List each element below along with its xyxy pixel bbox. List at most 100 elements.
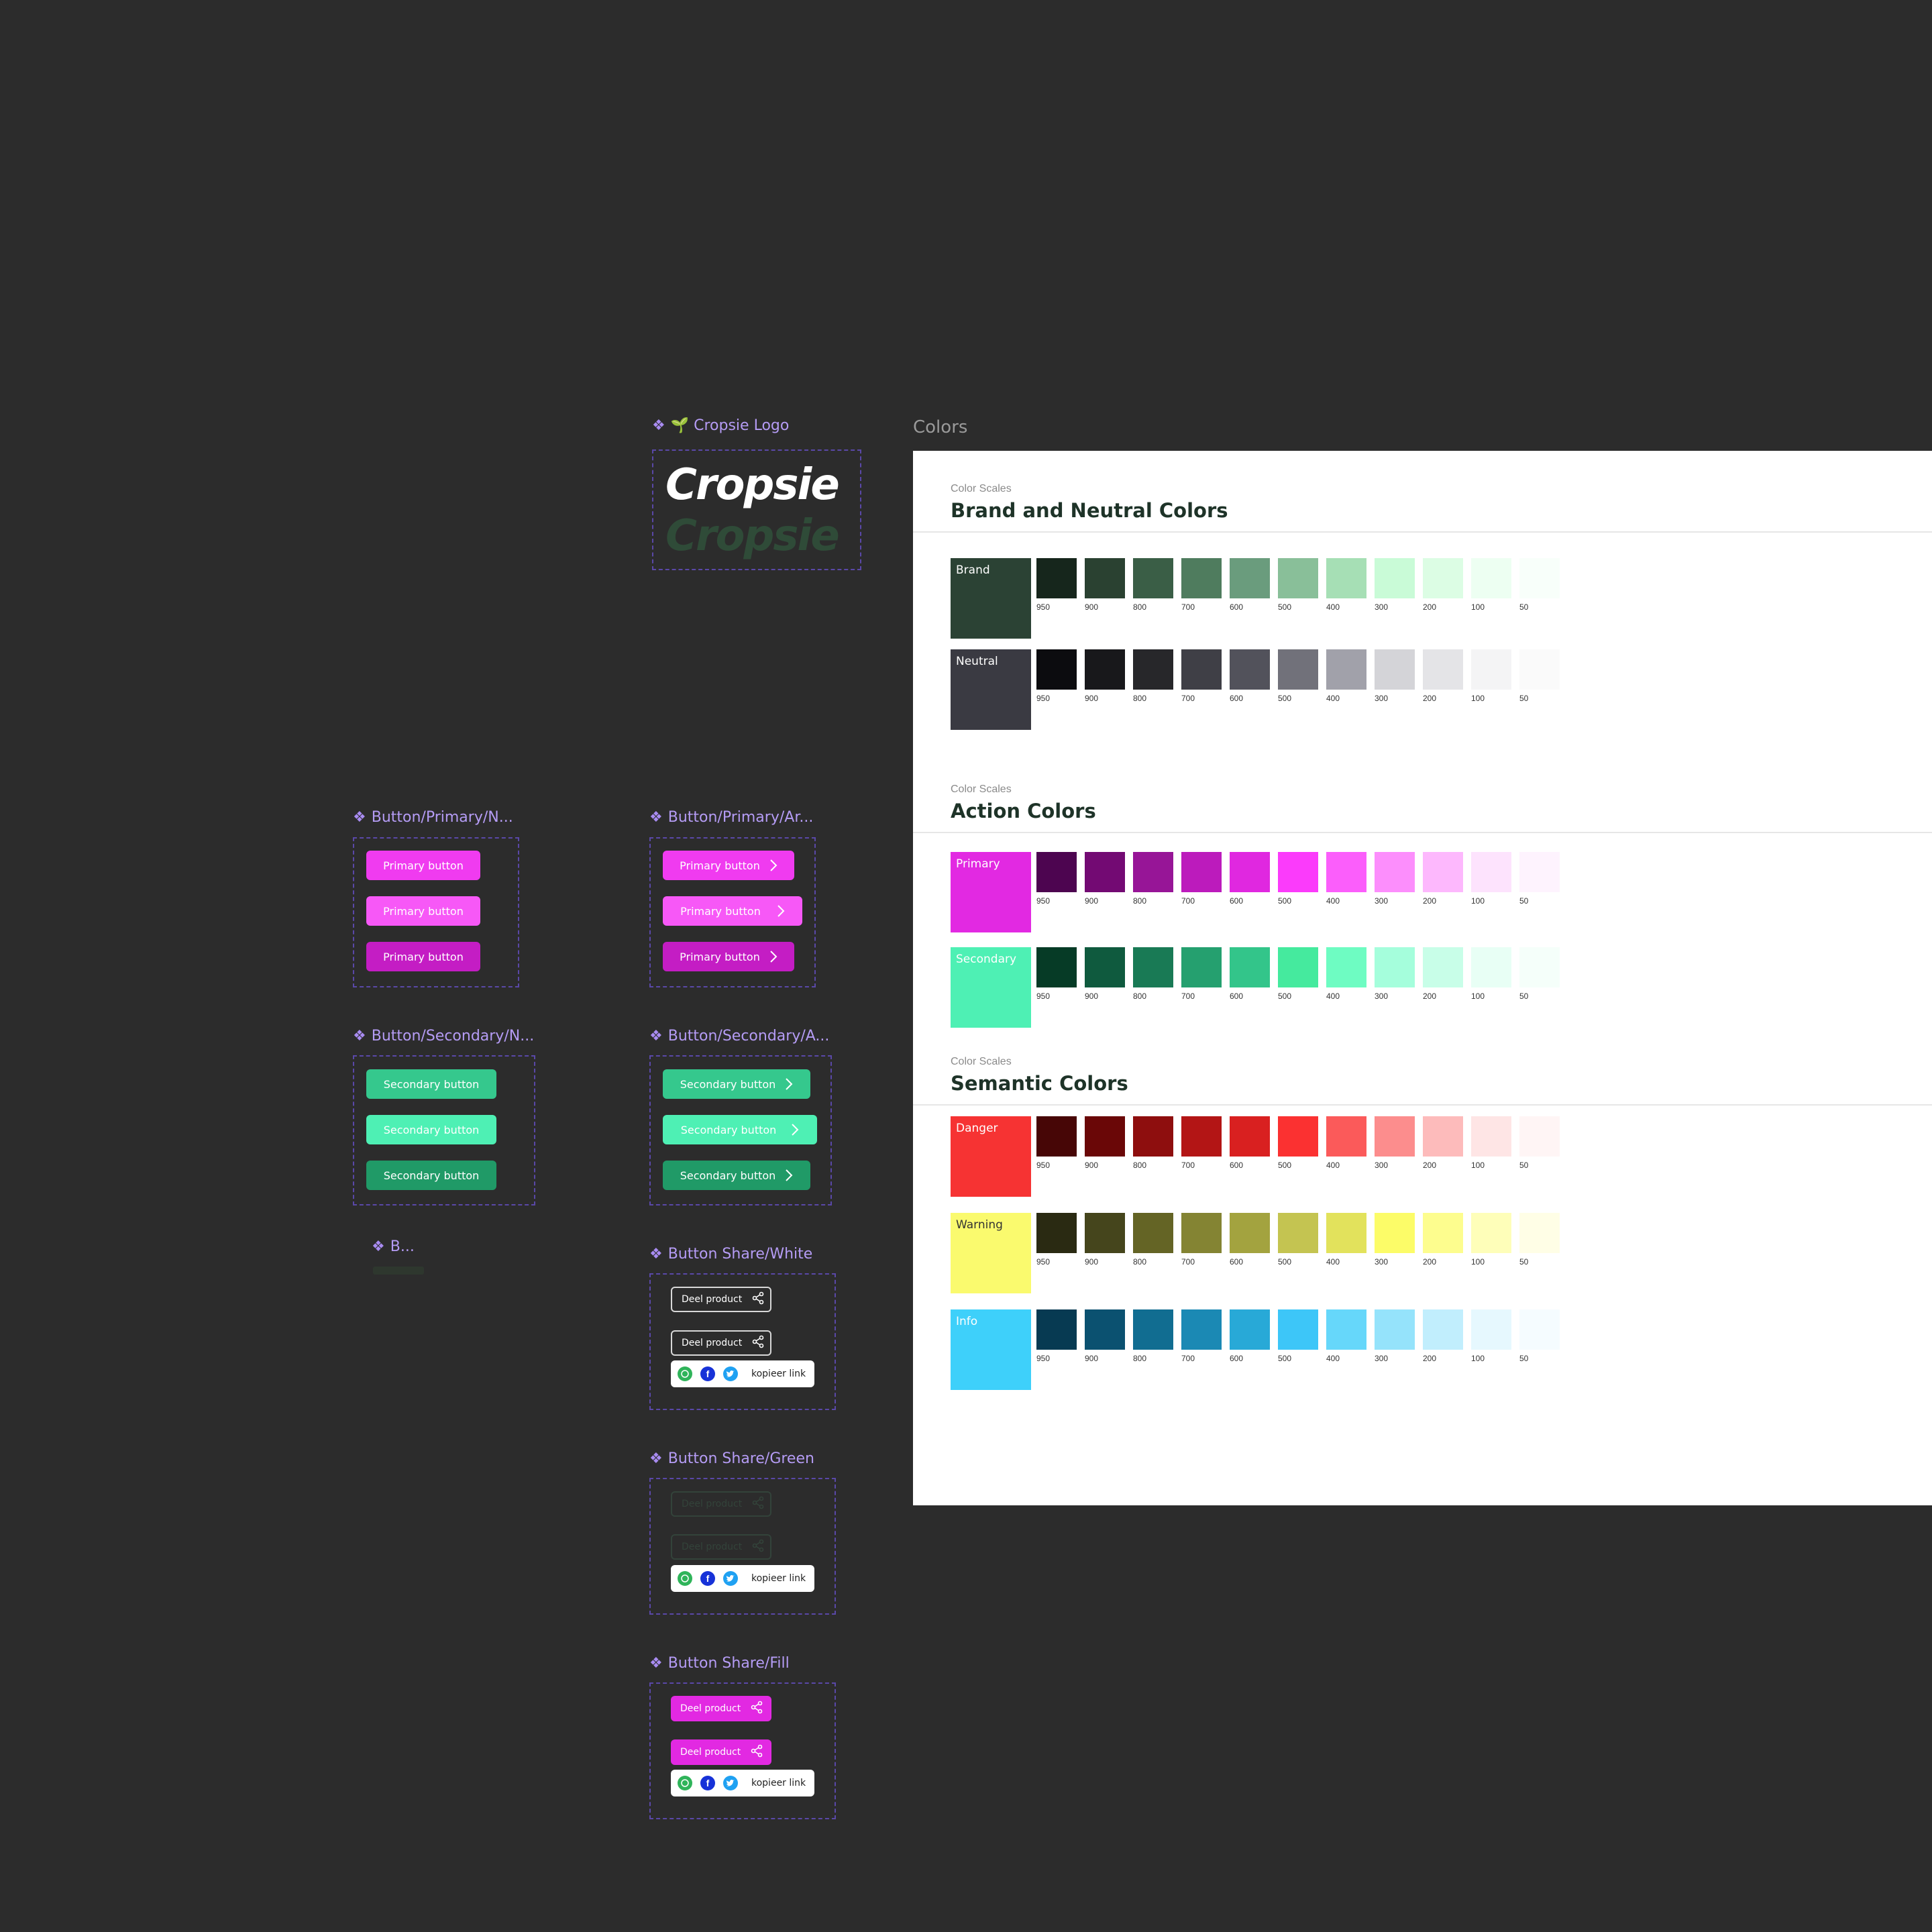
color-swatch[interactable] [1326, 1116, 1366, 1157]
color-swatch[interactable] [1471, 649, 1511, 690]
whatsapp-icon[interactable] [678, 1571, 692, 1586]
color-swatch[interactable] [1181, 1213, 1222, 1253]
color-swatch[interactable] [1278, 1116, 1318, 1157]
color-swatch[interactable] [1085, 1213, 1125, 1253]
color-swatch[interactable] [1133, 1309, 1173, 1350]
share-button-green[interactable]: Deel product [671, 1491, 771, 1517]
color-swatch[interactable] [1230, 1116, 1270, 1157]
color-swatch[interactable] [1230, 558, 1270, 598]
primary-arrow-button-active[interactable]: Primary button [663, 942, 794, 971]
color-swatch[interactable] [1133, 852, 1173, 892]
color-swatch[interactable] [1423, 558, 1463, 598]
color-swatch[interactable] [1278, 1309, 1318, 1350]
twitter-icon[interactable] [723, 1366, 738, 1381]
color-swatch[interactable] [1036, 852, 1077, 892]
color-swatch[interactable] [1471, 558, 1511, 598]
color-swatch[interactable] [1326, 852, 1366, 892]
color-swatch[interactable] [1375, 649, 1415, 690]
color-swatch[interactable] [1278, 852, 1318, 892]
color-swatch[interactable] [1085, 649, 1125, 690]
color-swatch[interactable] [1278, 947, 1318, 987]
color-swatch[interactable] [1036, 1213, 1077, 1253]
color-main-swatch[interactable]: Primary [951, 852, 1031, 932]
colors-frame[interactable]: Color Scales Brand and Neutral Colors Bran… [913, 451, 1932, 1505]
color-swatch[interactable] [1326, 1309, 1366, 1350]
color-swatch[interactable] [1423, 1309, 1463, 1350]
secondary-arrow-button-hover[interactable]: Secondary button [663, 1115, 817, 1144]
color-swatch[interactable] [1230, 1213, 1270, 1253]
color-swatch[interactable] [1181, 947, 1222, 987]
secondary-button-active[interactable]: Secondary button [366, 1161, 496, 1190]
color-main-swatch[interactable]: Secondary [951, 947, 1031, 1028]
color-swatch[interactable] [1230, 1309, 1270, 1350]
copy-link-label[interactable]: kopieer link [751, 1778, 806, 1788]
color-swatch[interactable] [1085, 1116, 1125, 1157]
share-fill-title[interactable]: ❖ Button Share/Fill [649, 1655, 790, 1672]
color-swatch[interactable] [1230, 649, 1270, 690]
colors-frame-label[interactable]: Colors [913, 417, 967, 437]
color-swatch[interactable] [1375, 1116, 1415, 1157]
color-swatch[interactable] [1085, 852, 1125, 892]
collapsed-component-title[interactable]: ❖ B... [372, 1238, 415, 1255]
share-button-white-hover[interactable]: Deel product [671, 1330, 771, 1356]
color-swatch[interactable] [1181, 1309, 1222, 1350]
color-swatch[interactable] [1085, 1309, 1125, 1350]
whatsapp-icon[interactable] [678, 1366, 692, 1381]
share-white-title[interactable]: ❖ Button Share/White [649, 1246, 812, 1263]
color-swatch[interactable] [1423, 852, 1463, 892]
color-main-swatch[interactable]: Info [951, 1309, 1031, 1390]
share-button-fill[interactable]: Deel product [671, 1696, 771, 1721]
color-swatch[interactable] [1375, 947, 1415, 987]
color-swatch[interactable] [1326, 1213, 1366, 1253]
color-swatch[interactable] [1471, 852, 1511, 892]
secondary-arrow-button-default[interactable]: Secondary button [663, 1069, 810, 1099]
color-swatch[interactable] [1423, 1213, 1463, 1253]
color-swatch[interactable] [1230, 947, 1270, 987]
primary-button-active[interactable]: Primary button [366, 942, 480, 971]
color-swatch[interactable] [1519, 649, 1560, 690]
color-swatch[interactable] [1278, 649, 1318, 690]
color-swatch[interactable] [1181, 852, 1222, 892]
logo-component-title[interactable]: ❖ 🌱 Cropsie Logo [652, 417, 789, 434]
color-swatch[interactable] [1036, 1116, 1077, 1157]
twitter-icon[interactable] [723, 1776, 738, 1790]
share-button-white[interactable]: Deel product [671, 1287, 771, 1312]
color-swatch[interactable] [1278, 558, 1318, 598]
color-swatch[interactable] [1326, 558, 1366, 598]
primary-arrow-button-hover[interactable]: Primary button [663, 896, 802, 926]
color-swatch[interactable] [1036, 558, 1077, 598]
color-swatch[interactable] [1471, 1116, 1511, 1157]
color-main-swatch[interactable]: Brand [951, 558, 1031, 639]
secondary-button-default[interactable]: Secondary button [366, 1069, 496, 1099]
whatsapp-icon[interactable] [678, 1776, 692, 1790]
color-swatch[interactable] [1230, 852, 1270, 892]
color-main-swatch[interactable]: Warning [951, 1213, 1031, 1293]
logo-frame[interactable]: Cropsie Cropsie [652, 449, 861, 570]
color-swatch[interactable] [1423, 947, 1463, 987]
color-swatch[interactable] [1471, 1213, 1511, 1253]
color-swatch[interactable] [1471, 1309, 1511, 1350]
color-swatch[interactable] [1181, 558, 1222, 598]
color-swatch[interactable] [1519, 947, 1560, 987]
color-swatch[interactable] [1519, 1309, 1560, 1350]
color-swatch[interactable] [1375, 1213, 1415, 1253]
secondary-normal-title[interactable]: ❖ Button/Secondary/N... [353, 1028, 534, 1044]
color-main-swatch[interactable]: Neutral [951, 649, 1031, 730]
facebook-icon[interactable]: f [700, 1776, 715, 1790]
color-swatch[interactable] [1471, 947, 1511, 987]
color-swatch[interactable] [1423, 1116, 1463, 1157]
color-swatch[interactable] [1519, 852, 1560, 892]
secondary-button-hover[interactable]: Secondary button [366, 1115, 496, 1144]
color-swatch[interactable] [1326, 649, 1366, 690]
color-swatch[interactable] [1375, 558, 1415, 598]
color-swatch[interactable] [1375, 852, 1415, 892]
color-swatch[interactable] [1085, 947, 1125, 987]
primary-arrow-button-default[interactable]: Primary button [663, 851, 794, 880]
color-swatch[interactable] [1133, 1116, 1173, 1157]
color-swatch[interactable] [1519, 1116, 1560, 1157]
facebook-icon[interactable]: f [700, 1571, 715, 1586]
color-swatch[interactable] [1133, 1213, 1173, 1253]
color-swatch[interactable] [1375, 1309, 1415, 1350]
color-swatch[interactable] [1278, 1213, 1318, 1253]
color-swatch[interactable] [1423, 649, 1463, 690]
